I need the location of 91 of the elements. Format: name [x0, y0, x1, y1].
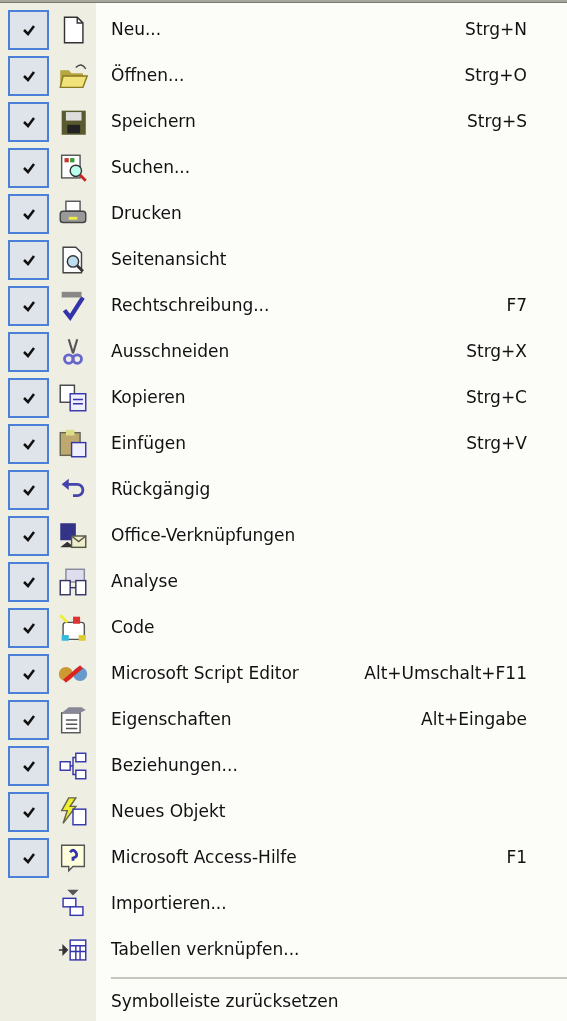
menu-item[interactable]: Kopieren Strg+C — [96, 375, 567, 421]
menu-item[interactable]: Seitenansicht — [96, 237, 567, 283]
menu-item-label: Öffnen... — [111, 63, 186, 88]
check-icon — [21, 530, 36, 542]
checkbox[interactable] — [8, 424, 49, 464]
check-icon — [21, 668, 36, 680]
shortcut-text: Alt+Eingabe — [421, 708, 527, 732]
checkbox[interactable] — [8, 240, 49, 280]
menu-item[interactable]: Einfügen Strg+V — [96, 421, 567, 467]
menu-item-label: Microsoft Access-Hilfe — [111, 846, 298, 870]
checkbox[interactable] — [8, 562, 49, 602]
menu-item[interactable]: Code — [96, 605, 567, 651]
menu-item[interactable]: Rechtschreibung... F7 — [96, 283, 567, 329]
shortcut-text: Strg+O — [464, 64, 527, 88]
shortcut-text: Strg+C — [465, 386, 527, 410]
checkbox[interactable] — [8, 746, 49, 786]
shortcut-text: F7 — [506, 294, 527, 318]
menu-item-label: Office-Verknüpfungen — [111, 524, 297, 548]
menu-item-label: Microsoft Script Editor — [111, 662, 300, 686]
shortcut-text: Strg+N — [465, 18, 527, 42]
check-icon — [21, 714, 36, 726]
menu-item[interactable]: Analyse — [96, 559, 567, 605]
menu-item-label: Suchen... — [111, 156, 192, 180]
menu-item[interactable]: Tabellen verknüpfen... — [96, 927, 567, 973]
menu-item[interactable]: Suchen... — [96, 145, 567, 191]
check-icon — [21, 70, 36, 82]
menu-item-label: Kopieren — [111, 386, 187, 410]
menu-item-label: Rechtschreibung... — [111, 294, 271, 318]
check-icon — [21, 760, 36, 772]
menu-item[interactable]: Microsoft Script Editor Alt+Umschalt+F11 — [96, 651, 567, 697]
menu-item-label: Beziehungen... — [111, 754, 239, 778]
menu-item[interactable]: Speichern Strg+S — [96, 99, 567, 145]
checkbox[interactable] — [8, 378, 49, 418]
check-icon — [21, 162, 36, 174]
check-icon — [21, 24, 36, 36]
menu-item[interactable]: Office-Verknüpfungen — [96, 513, 567, 559]
menu-item[interactable]: Neu... Strg+N — [96, 7, 567, 53]
menu-item-label: Drucken — [111, 202, 183, 226]
checkbox[interactable] — [8, 332, 49, 372]
menu-item[interactable]: Ausschneiden Strg+X — [96, 329, 567, 375]
menu-item[interactable]: Beziehungen... — [96, 743, 567, 789]
shortcut-text: Strg+X — [466, 340, 527, 364]
menu-item[interactable]: Öffnen... Strg+O — [96, 53, 567, 99]
check-icon — [21, 208, 36, 220]
check-icon — [21, 438, 36, 450]
reset-menu-item[interactable]: Symbolleiste zurücksetzen — [96, 983, 567, 1021]
check-icon — [21, 116, 36, 128]
shortcut-text: Strg+S — [467, 110, 527, 134]
menu-item-label: Ausschneiden — [111, 340, 231, 364]
menu-item-label: Speichern — [111, 110, 197, 134]
menu-item-label: Einfügen — [111, 432, 188, 456]
checkbox[interactable] — [8, 148, 49, 188]
check-icon — [21, 622, 36, 634]
check-icon — [21, 346, 36, 358]
check-icon — [21, 392, 36, 404]
menu-item-label: Seitenansicht — [111, 248, 228, 272]
menu-item-label: Tabellen verknüpfen... — [111, 938, 301, 962]
checkbox[interactable] — [8, 700, 49, 740]
checkbox[interactable] — [8, 838, 49, 878]
check-icon — [21, 576, 36, 588]
menu-item[interactable]: Drucken — [96, 191, 567, 237]
menu-item-label: Analyse — [111, 570, 179, 594]
check-icon — [21, 484, 36, 496]
shortcut-text: F1 — [506, 846, 527, 870]
menu-item-label: Neu... — [111, 18, 163, 42]
menu-item-label: Eigenschaften — [111, 708, 233, 732]
menu-item-label: Importieren... — [111, 892, 228, 916]
menu-item[interactable]: Eigenschaften Alt+Eingabe — [96, 697, 567, 743]
menu-item[interactable]: Neues Objekt — [96, 789, 567, 835]
checkbox[interactable] — [8, 102, 49, 142]
checkbox[interactable] — [8, 194, 49, 234]
menu-item[interactable]: Microsoft Access-Hilfe F1 — [96, 835, 567, 881]
checkbox[interactable] — [8, 608, 49, 648]
check-icon — [21, 254, 36, 266]
checkbox[interactable] — [8, 470, 49, 510]
check-icon — [21, 806, 36, 818]
check-icon — [21, 852, 36, 864]
menu-item-label: Code — [111, 616, 156, 640]
check-icon — [21, 300, 36, 312]
menu-item[interactable]: Rückgängig — [96, 467, 567, 513]
checkbox[interactable] — [8, 516, 49, 556]
menu-item-label: Rückgängig — [111, 478, 212, 502]
checkbox[interactable] — [8, 792, 49, 832]
menu-item-label: Neues Objekt — [111, 800, 227, 824]
shortcut-text: Strg+V — [466, 432, 527, 456]
menu-item[interactable]: Importieren... — [96, 881, 567, 927]
checkbox[interactable] — [8, 56, 49, 96]
checkbox[interactable] — [8, 654, 49, 694]
checkbox[interactable] — [8, 10, 49, 50]
checkbox[interactable] — [8, 286, 49, 326]
shortcut-text: Alt+Umschalt+F11 — [364, 662, 527, 686]
